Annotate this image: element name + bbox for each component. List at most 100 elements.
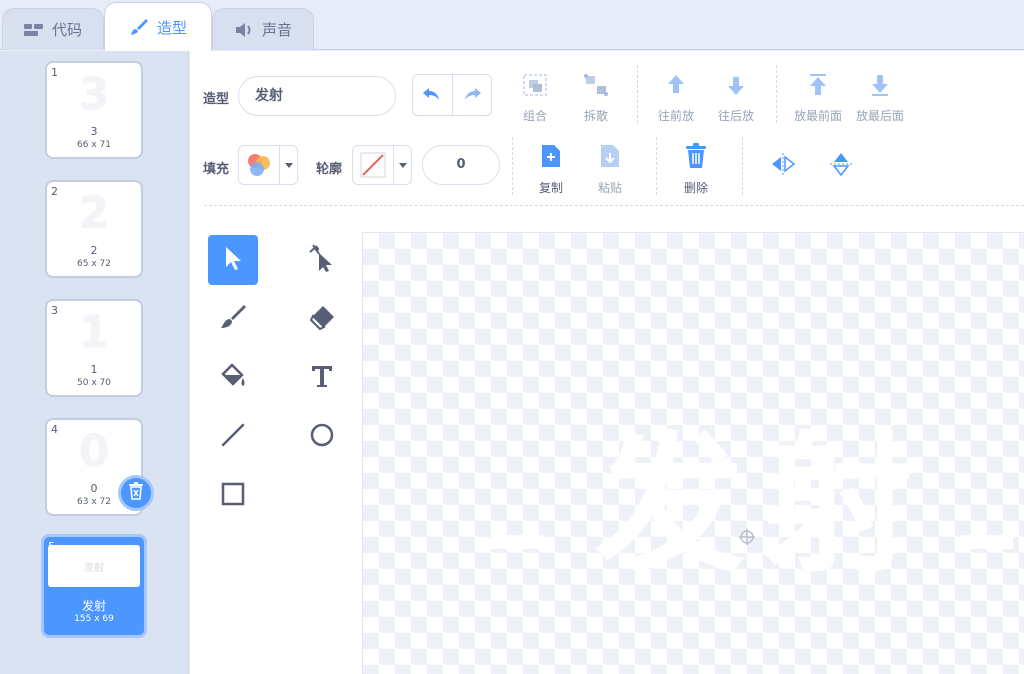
costume-name: 2 (90, 244, 98, 257)
front-icon (806, 73, 830, 101)
copy-label: 复制 (539, 181, 564, 195)
delete-button[interactable]: 删除 (684, 143, 708, 196)
canvas-shape (961, 535, 1013, 549)
flip-vertical-icon (830, 151, 852, 181)
backward-button[interactable]: 往后放 (718, 73, 754, 124)
redo-button[interactable] (451, 75, 492, 115)
no-outline-icon (353, 146, 393, 184)
divider (512, 137, 513, 195)
paint-editor: 造型 发射 组合 拆散 往前放 往后放 放最前面 放最后面 填充 轮廓 0 复制… (190, 51, 1024, 674)
eraser-icon (308, 303, 336, 335)
chevron-down-icon (279, 146, 297, 184)
copy-button[interactable]: 复制 (539, 143, 563, 196)
arrow-pointer-icon (222, 245, 244, 275)
costume-item-selected[interactable]: 5 发射 发射 155 x 69 (41, 534, 147, 638)
ungroup-label: 拆散 (583, 109, 608, 123)
editor-tab-bar: 代码 造型 声音 (0, 0, 1024, 51)
square-icon (220, 481, 246, 511)
undo-button[interactable] (413, 75, 452, 115)
costume-name: 1 (90, 363, 98, 376)
circle-icon (309, 422, 335, 452)
divider (776, 65, 777, 123)
outline-color-picker[interactable] (352, 145, 412, 185)
flip-horizontal-icon (770, 153, 796, 179)
costume-item[interactable]: 1 3 3 66 x 71 (45, 61, 143, 159)
undo-redo-group (412, 74, 492, 116)
paint-bucket-icon (219, 362, 247, 394)
forward-label: 往前放 (658, 109, 695, 123)
tab-costumes[interactable]: 造型 (104, 2, 212, 51)
toolbar-divider (204, 205, 1024, 206)
canvas-shape (491, 535, 543, 549)
ungroup-button[interactable]: 拆散 (583, 73, 609, 124)
code-blocks-icon (23, 23, 44, 37)
costume-name-label: 造型 (203, 92, 230, 107)
trash-icon (685, 143, 707, 173)
fill-color-picker[interactable] (238, 145, 298, 185)
costume-thumbnail: 3 (78, 69, 110, 120)
paste-button[interactable]: 粘贴 (598, 143, 622, 196)
line-icon (220, 422, 246, 452)
backward-icon (724, 73, 748, 101)
front-button[interactable]: 放最前面 (794, 73, 842, 124)
tab-sounds-label: 声音 (261, 21, 292, 39)
rectangle-tool[interactable] (208, 471, 258, 521)
costume-size: 50 x 70 (77, 378, 111, 388)
reshape-icon (308, 244, 336, 276)
costume-size: 155 x 69 (74, 614, 114, 624)
forward-icon (664, 73, 688, 101)
forward-button[interactable]: 往前放 (658, 73, 694, 124)
brush-icon (219, 303, 247, 335)
reshape-tool[interactable] (297, 235, 347, 285)
back-button[interactable]: 放最后面 (856, 73, 904, 124)
costume-thumbnail: 1 (78, 307, 110, 358)
costume-size: 65 x 72 (77, 259, 111, 269)
costume-name: 3 (90, 125, 98, 138)
select-tool[interactable] (208, 235, 258, 285)
costume-name-input[interactable]: 发射 (238, 76, 396, 116)
line-tool[interactable] (208, 412, 258, 462)
back-icon (868, 73, 892, 101)
outline-label: 轮廓 (316, 162, 343, 177)
paintbrush-icon (129, 17, 149, 37)
eraser-tool[interactable] (297, 294, 347, 344)
brush-tool[interactable] (208, 294, 258, 344)
delete-label: 删除 (684, 181, 709, 195)
outline-width-input[interactable]: 0 (422, 145, 500, 185)
front-label: 放最前面 (794, 109, 843, 123)
costume-name: 发射 (81, 599, 106, 613)
paste-label: 粘贴 (598, 181, 623, 195)
costume-list: 1 3 3 66 x 71 2 2 2 65 x 72 3 1 1 50 x 7… (0, 51, 189, 674)
chevron-down-icon (393, 146, 411, 184)
divider (656, 137, 657, 195)
costume-size: 66 x 71 (77, 140, 111, 150)
group-icon (522, 73, 548, 101)
tab-code[interactable]: 代码 (2, 8, 104, 50)
text-icon (309, 363, 335, 393)
text-tool[interactable] (297, 353, 347, 403)
drawing-canvas[interactable]: 发射 (362, 232, 1024, 674)
back-label: 放最后面 (856, 109, 905, 123)
crosshair-icon (739, 529, 755, 549)
delete-costume-button[interactable] (118, 475, 154, 511)
tab-code-label: 代码 (51, 21, 82, 39)
trash-icon (128, 482, 144, 504)
fill-label: 填充 (203, 162, 230, 177)
costume-item[interactable]: 2 2 2 65 x 72 (45, 180, 143, 278)
ungroup-icon (583, 73, 609, 101)
fill-tool[interactable] (208, 353, 258, 403)
group-button[interactable]: 组合 (522, 73, 548, 124)
flip-horizontal-button[interactable] (770, 153, 796, 179)
costume-item[interactable]: 3 1 1 50 x 70 (45, 299, 143, 397)
circle-tool[interactable] (297, 412, 347, 462)
undo-icon (422, 86, 442, 105)
tab-sounds[interactable]: 声音 (212, 8, 314, 50)
copy-icon (540, 143, 562, 173)
costume-thumbnail: 2 (78, 188, 110, 239)
divider (637, 65, 638, 123)
canvas-text: 发射 (595, 419, 932, 593)
fill-swatch-icon (239, 146, 279, 184)
costume-thumbnail: 发射 (48, 545, 140, 587)
flip-vertical-button[interactable] (830, 151, 852, 181)
divider (742, 137, 743, 195)
